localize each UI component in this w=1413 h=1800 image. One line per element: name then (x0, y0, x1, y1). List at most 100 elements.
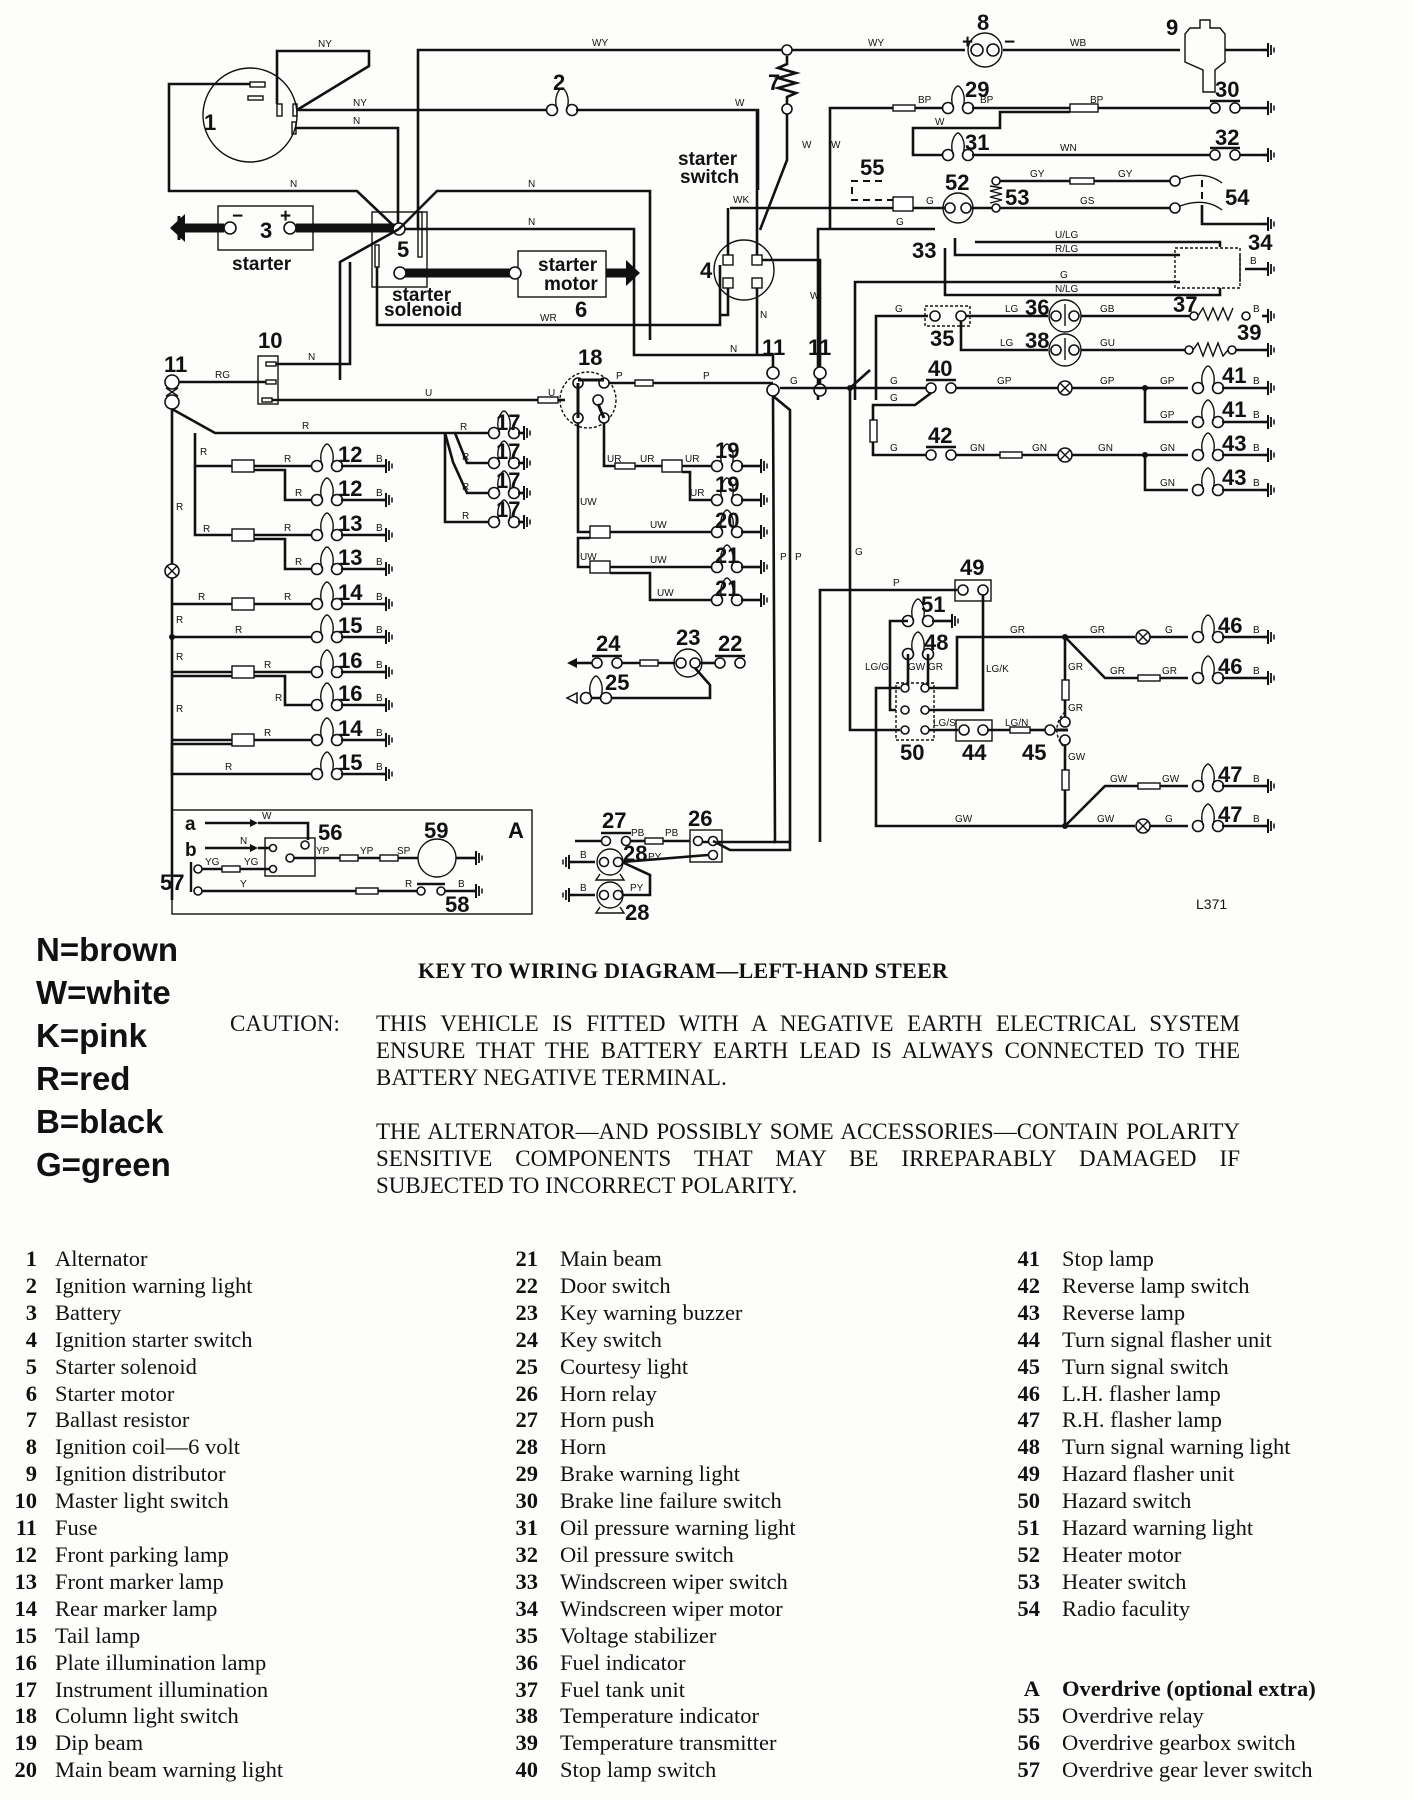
component-number: 47 (1218, 762, 1242, 787)
key-item-number: 8 (25, 1434, 37, 1460)
component-number: 46 (1218, 613, 1242, 638)
component-number: 32 (1215, 125, 1239, 150)
key-item-number: 47 (1017, 1407, 1041, 1433)
key-item: 13 Front marker lamp (0, 1569, 283, 1596)
earth-icon (753, 523, 769, 541)
component-number: 13 (338, 511, 362, 536)
wire-label: R (225, 762, 232, 773)
component-number: 12 (338, 476, 362, 501)
key-item: 47 R.H. flasher lamp (1012, 1407, 1316, 1434)
reverse-lamp-bulb (1191, 432, 1225, 462)
wire-label: R (198, 592, 205, 603)
wire-label: R (284, 592, 291, 603)
earth-icon (753, 491, 769, 509)
stop-lamp-bulb (1191, 399, 1225, 429)
key-item-number: 5 (25, 1353, 37, 1379)
earth-icon (1260, 341, 1276, 359)
key-item-label: Oil pressure warning light (560, 1515, 796, 1541)
key-item-number: 42 (1017, 1272, 1041, 1298)
plus-sign: + (962, 32, 973, 53)
key-item-number: 56 (1017, 1730, 1041, 1756)
component-number: 16 (338, 681, 362, 706)
wire-label: W (831, 140, 841, 151)
wire-label: LG/S (933, 718, 956, 729)
wire-label: N (240, 836, 247, 847)
key-item-number: 23 (515, 1299, 539, 1325)
key-item-label: Instrument illumination (55, 1676, 269, 1702)
key-item-number: 30 (515, 1488, 539, 1514)
wire-label: B (458, 879, 465, 890)
component-number: 54 (1225, 185, 1250, 210)
key-item-label: Turn signal switch (1062, 1353, 1229, 1379)
wire-label: B (376, 660, 383, 671)
key-item: 7 Ballast resistor (0, 1407, 283, 1434)
component-number: 46 (1218, 654, 1242, 679)
overdrive-label: A (508, 818, 524, 843)
key-item: 35 Voltage stabilizer (510, 1623, 796, 1650)
wire-label: G (926, 196, 934, 207)
key-item: 52 Heater motor (1012, 1542, 1316, 1569)
legend-item: N=brown (36, 931, 179, 968)
key-item: 28 Horn (510, 1434, 796, 1461)
key-item: 40 Stop lamp switch (510, 1757, 796, 1784)
wire-label: PB (665, 828, 679, 839)
key-item-label: Starter motor (55, 1380, 175, 1406)
master-light-switch: 10 (257, 328, 282, 405)
component-number: 4 (700, 258, 713, 283)
wire-label: R (302, 421, 309, 432)
caution-label: CAUTION: (230, 1011, 340, 1036)
wire-label: N (353, 116, 360, 127)
component-number: 40 (928, 356, 952, 381)
windscreen-wiper-motor: B 34 (1174, 230, 1273, 289)
reverse-lamp-bulb (1191, 467, 1225, 497)
hazard-switch: 50 (895, 682, 935, 765)
wire-label: UW (580, 497, 597, 508)
legend-item: B=black (36, 1103, 164, 1140)
wiring-diagram: 1 NY N NY N 2 W WY WY 7 W + − 8 WB 9 W B… (160, 10, 1276, 925)
key-item-number: 37 (515, 1676, 539, 1702)
key-item-number: 13 (14, 1568, 38, 1594)
component-number: 17 (496, 468, 520, 493)
key-item: 31 Oil pressure warning light (510, 1515, 796, 1542)
wire-label: N (528, 217, 535, 228)
key-item-number: 29 (515, 1461, 539, 1487)
key-item: 21 Main beam (510, 1246, 796, 1273)
key-item-label: Turn signal flasher unit (1062, 1326, 1272, 1352)
key-item-label: Horn relay (560, 1380, 657, 1406)
wire-label: R (200, 447, 207, 458)
arrow-icon (567, 658, 577, 668)
wire-label: BP (918, 95, 932, 106)
turn-signal-switch: 45 (1022, 711, 1071, 765)
component-number: 41 (1222, 363, 1246, 388)
key-item: 10 Master light switch (0, 1488, 283, 1515)
component-number: 42 (928, 423, 952, 448)
wire-label: PB (631, 828, 645, 839)
key-item-number: 49 (1017, 1461, 1041, 1487)
key-item-label: Ignition starter switch (55, 1326, 253, 1352)
key-item-label: Column light switch (55, 1703, 239, 1729)
key-section-heading: A Overdrive (optional extra) (1012, 1676, 1316, 1703)
radio: 54 (1169, 174, 1262, 226)
drawing-reference: L371 (1196, 896, 1227, 912)
wire-label: B (376, 592, 383, 603)
wire-label: R (295, 488, 302, 499)
component-number: 23 (676, 625, 700, 650)
key-item-label: Starter solenoid (55, 1353, 197, 1379)
component-number: 17 (496, 497, 520, 522)
wire-label: GW (1110, 774, 1128, 785)
key-item: 11 Fuse (0, 1515, 283, 1542)
component-number: 27 (602, 808, 626, 833)
motor-label: starter (538, 255, 598, 276)
component-number: 9 (1166, 15, 1178, 40)
key-item: 37 Fuel tank unit (510, 1677, 796, 1704)
wire-label: N (290, 179, 297, 190)
key-item: 25 Courtesy light (510, 1354, 796, 1381)
key-item-label: Reverse lamp (1062, 1299, 1186, 1325)
wire-label: WN (1060, 143, 1077, 154)
key-item: 20 Main beam warning light (0, 1757, 284, 1784)
key-item-number: 18 (14, 1703, 38, 1729)
earth-icon (1260, 41, 1276, 59)
key-item-number: 9 (25, 1461, 37, 1487)
key-item: 46 L.H. flasher lamp (1012, 1381, 1316, 1408)
wire-label: G (890, 376, 898, 387)
